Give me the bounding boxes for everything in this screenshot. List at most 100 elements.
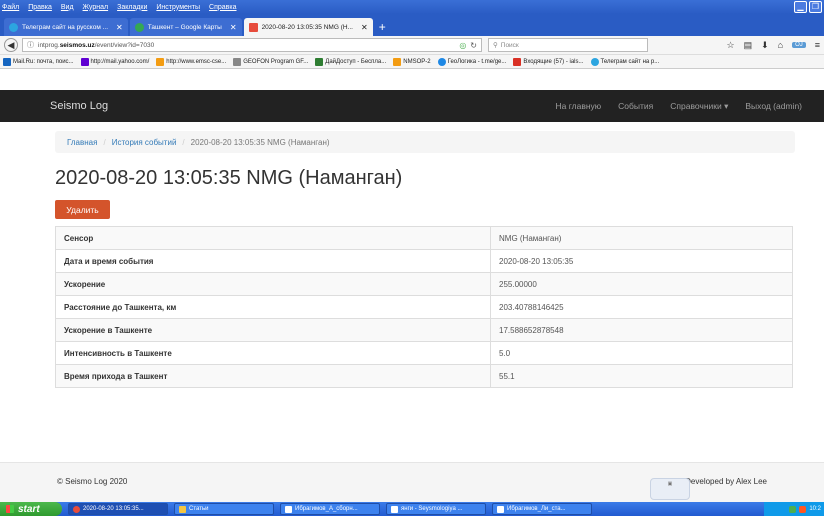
close-icon[interactable]: ✕ (361, 23, 368, 32)
geologika-icon (437, 57, 446, 66)
emsc-icon (156, 57, 165, 66)
task-label: янги - Seysmologiya ... (401, 506, 463, 512)
detail-key: Ускорение (55, 272, 491, 296)
bookmark-item[interactable]: http://mail.yahoo.com/ (80, 57, 150, 66)
start-button[interactable]: start (0, 502, 62, 516)
menu-view[interactable]: Вид (61, 4, 74, 11)
taskbar-item-firefox[interactable]: 2020-08-20 13:05:35... (68, 503, 168, 515)
bookmark-label: GEOFON Program GF... (243, 58, 309, 65)
bookmark-label: ДайДоступ - Беспла... (325, 58, 387, 65)
detail-key: Сенсор (55, 226, 491, 250)
search-placeholder: Поиск (500, 41, 519, 49)
bookmarks-list-icon[interactable]: ▤ (744, 40, 753, 51)
extension-icon[interactable]: OJ (792, 42, 806, 48)
detail-value: 2020-08-20 13:05:35 (490, 249, 793, 273)
search-input[interactable]: ⚲ Поиск (488, 38, 648, 52)
menu-tools[interactable]: Инструменты (156, 4, 200, 11)
download-icon[interactable]: ⬇ (761, 40, 769, 51)
bookmark-label: http://mail.yahoo.com/ (90, 58, 150, 65)
site-favicon-icon (248, 22, 258, 32)
taskbar-item-word[interactable]: янги - Seysmologiya ... (386, 503, 486, 515)
nav-logout[interactable]: Выход (admin) (745, 101, 802, 112)
firefox-icon (73, 505, 80, 513)
word-icon (497, 505, 504, 513)
bookmark-item[interactable]: http://www.emsc-cse... (156, 57, 226, 66)
bookmark-label: NMSOP-2 (403, 58, 431, 65)
nav-events[interactable]: События (618, 101, 653, 112)
site-nav-links: На главную События Справочники ▾ Выход (… (556, 101, 803, 112)
task-label: 2020-08-20 13:05:35... (83, 506, 144, 512)
reload-icon[interactable]: ↻ (470, 41, 477, 50)
back-arrow-icon[interactable]: ◀ (4, 38, 18, 52)
bookmark-item[interactable]: Телеграм сайт на р... (590, 57, 659, 66)
home-icon[interactable]: ⌂ (778, 40, 783, 50)
breadcrumb-home[interactable]: Главная (67, 138, 97, 147)
tray-icon[interactable] (789, 505, 797, 513)
detail-value: 55.1 (490, 364, 793, 388)
bookmark-star-icon[interactable]: ☆ (726, 40, 734, 51)
delete-button[interactable]: Удалить (55, 200, 110, 219)
detail-key: Расстояние до Ташкента, км (55, 295, 491, 319)
task-label: Ибрагимов_Ли_ста... (507, 506, 566, 512)
taskbar-item-folder[interactable]: Статьи (174, 503, 274, 515)
browser-tab-event[interactable]: 2020-08-20 13:05:35 NMG (Н... ✕ (243, 18, 373, 36)
table-row: Дата и время события 2020-08-20 13:05:35 (55, 249, 793, 273)
mailru-icon (3, 57, 11, 66)
floating-widget-icon[interactable]: ▣ (650, 478, 690, 500)
overflow-menu-icon[interactable]: ≡ (815, 40, 820, 50)
bookmark-item[interactable]: ДайДоступ - Беспла... (315, 57, 387, 66)
bookmarks-bar: Mail.Ru: почта, поис... http://mail.yaho… (0, 55, 824, 69)
browser-menu-bar: Файл Правка Вид Журнал Закладки Инструме… (0, 0, 824, 14)
detail-value: NMG (Наманган) (490, 226, 793, 250)
site-footer: © Seismo Log 2020 Developed by Alex Lee (0, 462, 824, 502)
url-prefix: intprog. (38, 41, 60, 49)
browser-tab-maps[interactable]: Ташкент – Google Карты ✕ (129, 18, 242, 36)
word-icon (391, 505, 398, 513)
bookmark-item[interactable]: ГеоЛогика - t.me/ge... (437, 57, 506, 66)
bookmark-item[interactable]: Входящие (57) - ials... (513, 57, 584, 66)
breadcrumb-history[interactable]: История событий (112, 138, 177, 147)
table-row: Расстояние до Ташкента, км 203.4078814642… (55, 295, 793, 319)
nav-home[interactable]: На главную (556, 101, 602, 112)
detail-key: Дата и время события (55, 249, 491, 273)
minimize-icon[interactable]: ▁ (794, 1, 807, 13)
menu-help[interactable]: Справка (209, 4, 236, 11)
url-bar[interactable]: ⓘ intprog. seismos.uz/event/view?id=7030 … (22, 38, 482, 52)
menu-bookmarks[interactable]: Закладки (117, 4, 147, 11)
system-tray: 10:2 (764, 502, 824, 516)
menu-history[interactable]: Журнал (83, 4, 109, 11)
detail-key: Ускорение в Ташкенте (55, 318, 491, 342)
windows-logo-icon (6, 505, 14, 513)
menu-edit[interactable]: Правка (28, 4, 52, 11)
detail-value: 203.40788146425 (490, 295, 793, 319)
bookmark-item[interactable]: Mail.Ru: почта, поис... (3, 57, 74, 66)
new-tab-icon[interactable]: + (379, 20, 386, 34)
browser-tab-telegram[interactable]: Телеграм сайт на русском ... ✕ (4, 18, 128, 36)
taskbar-item-word[interactable]: Ибрагимов_А_сборн... (280, 503, 380, 515)
bookmark-item[interactable]: NMSOP-2 (393, 57, 431, 66)
telegram-icon (590, 57, 599, 66)
folder-icon (179, 505, 186, 513)
bookmark-label: Mail.Ru: почта, поис... (13, 58, 74, 65)
nav-references-dropdown[interactable]: Справочники ▾ (670, 101, 728, 112)
close-icon[interactable]: ✕ (230, 23, 237, 32)
breadcrumb: Главная / История событий / 2020-08-20 1… (55, 131, 795, 153)
taskbar-item-word[interactable]: Ибрагимов_Ли_ста... (492, 503, 592, 515)
restore-icon[interactable]: ❐ (809, 1, 822, 13)
footer-copyright: © Seismo Log 2020 (57, 477, 128, 486)
task-label: Статьи (189, 506, 209, 512)
window-controls: ▁ ❐ (794, 1, 822, 13)
site-brand[interactable]: Seismo Log (50, 100, 108, 112)
yahoo-icon (80, 57, 89, 66)
tray-icon[interactable] (799, 505, 807, 513)
tab-label: Ташкент – Google Карты (147, 23, 222, 31)
site-navbar: Seismo Log На главную События Справочник… (0, 90, 824, 122)
menu-file[interactable]: Файл (2, 4, 19, 11)
bookmark-item[interactable]: GEOFON Program GF... (233, 57, 309, 66)
reader-icon[interactable]: ◎ (459, 41, 466, 50)
close-icon[interactable]: ✕ (116, 23, 123, 32)
table-row: Интенсивность в Ташкенте 5.0 (55, 341, 793, 365)
os-taskbar: start 2020-08-20 13:05:35... Статьи Ибра… (0, 502, 824, 516)
url-path: /event/view?id=7030 (94, 41, 155, 49)
info-icon[interactable]: ⓘ (27, 40, 34, 50)
